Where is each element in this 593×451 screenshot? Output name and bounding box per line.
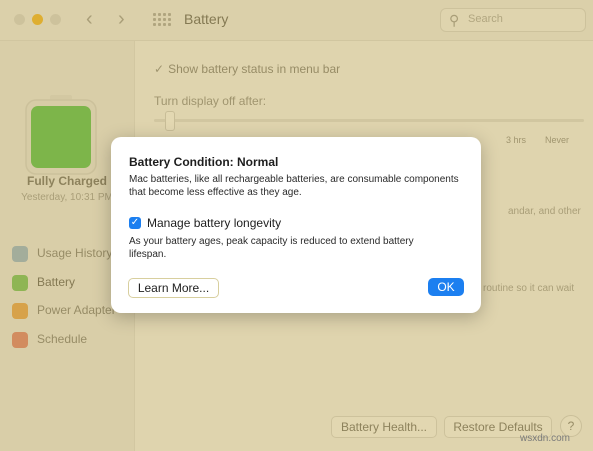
dialog-body-text: Mac batteries, like all rechargeable bat…: [129, 174, 459, 198]
ok-button[interactable]: OK: [428, 278, 464, 296]
dialog-title: Battery Condition: Normal: [129, 155, 279, 169]
checkmark-icon: ✓: [130, 217, 140, 228]
watermark-text: wsxdn.com: [520, 433, 571, 444]
manage-longevity-label[interactable]: Manage battery longevity: [147, 216, 281, 230]
longevity-note: As your battery ages, peak capacity is r…: [129, 236, 414, 260]
battery-condition-dialog: Battery Condition: Normal Mac batteries,…: [111, 137, 481, 313]
manage-longevity-checkbox[interactable]: ✓: [129, 217, 141, 229]
learn-more-button[interactable]: Learn More...: [128, 278, 219, 298]
